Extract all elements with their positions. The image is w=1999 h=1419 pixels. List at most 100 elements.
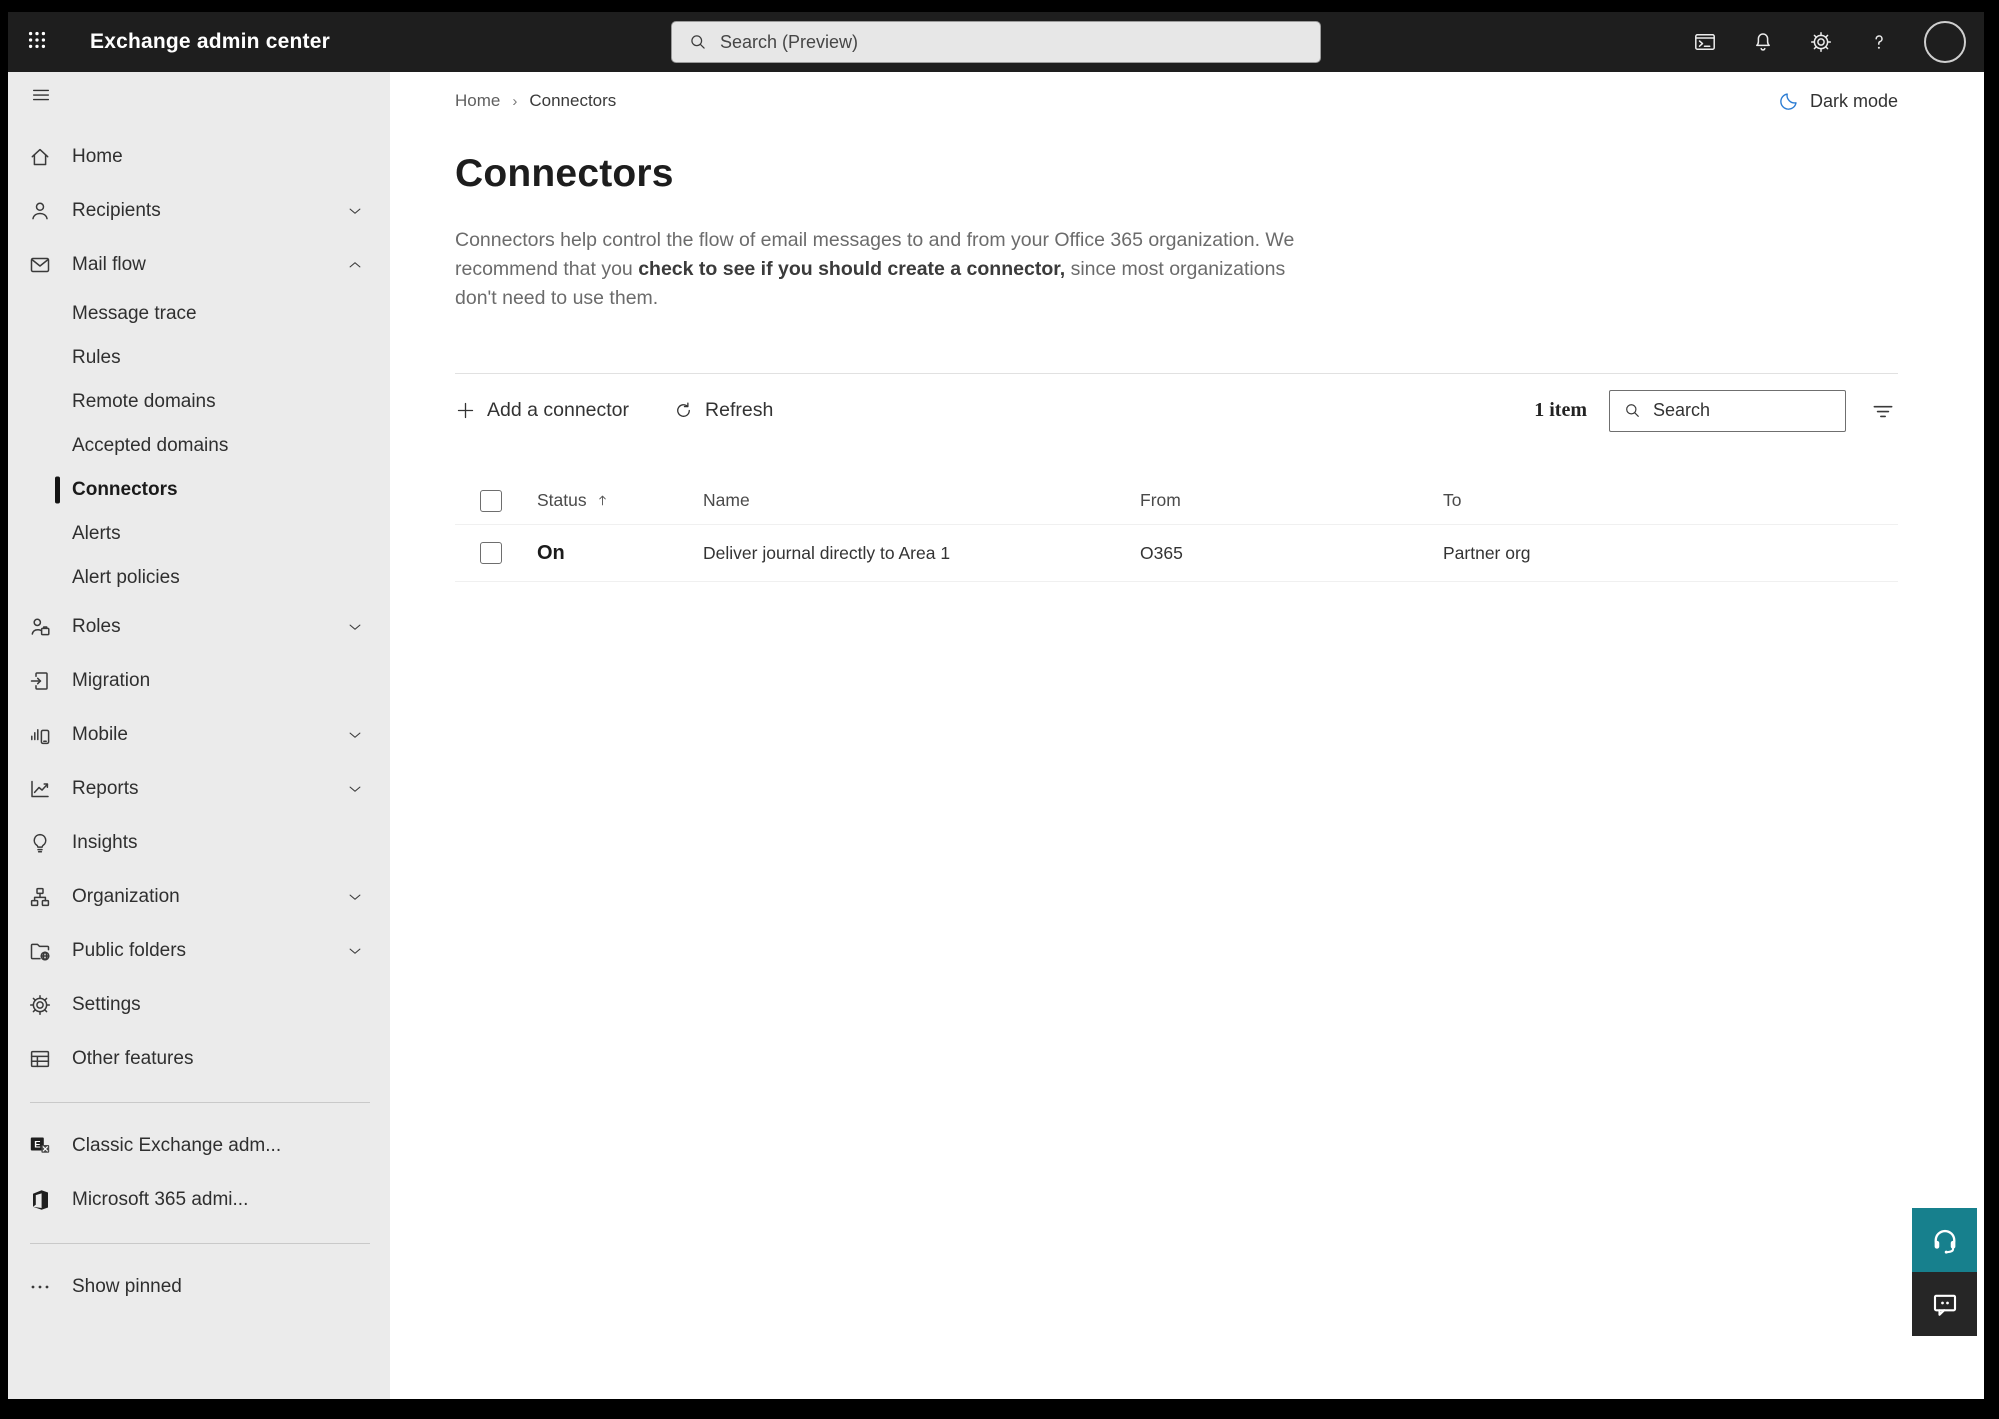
sidebar-item-reports[interactable]: Reports	[8, 762, 390, 816]
sidebar-collapse-button[interactable]	[8, 72, 390, 122]
exchange-admin-window: Exchange admin center Search (Preview) H…	[8, 12, 1984, 1399]
chevron-up-icon	[346, 256, 364, 274]
sidebar-item-label: Connectors	[72, 479, 178, 500]
page-title: Connectors	[455, 152, 674, 195]
row-to: Partner org	[1443, 542, 1531, 563]
roles-icon	[28, 615, 52, 639]
sidebar-item-label: Reports	[72, 778, 139, 799]
sidebar-item-alerts[interactable]: Alerts	[8, 512, 390, 556]
sidebar-item-label: Message trace	[72, 303, 197, 324]
chevron-down-icon	[346, 888, 364, 906]
sidebar-divider	[30, 1243, 370, 1244]
bell-icon[interactable]	[1750, 29, 1776, 55]
sidebar-item-migration[interactable]: Migration	[8, 654, 390, 708]
sidebar-item-label: Other features	[72, 1048, 194, 1069]
sidebar-item-microsoft-365-admi[interactable]: Microsoft 365 admi...	[8, 1173, 390, 1227]
sidebar-item-organization[interactable]: Organization	[8, 870, 390, 924]
avatar[interactable]	[1924, 21, 1966, 63]
row-name[interactable]: Deliver journal directly to Area 1	[703, 543, 1140, 564]
sidebar-item-alert-policies[interactable]: Alert policies	[8, 556, 390, 600]
sidebar-item-label: Roles	[72, 616, 121, 637]
search-icon	[688, 32, 708, 52]
column-header-from[interactable]: From	[1140, 490, 1443, 511]
list-search-input[interactable]: Search	[1609, 389, 1846, 432]
sidebar-item-other-features[interactable]: Other features	[8, 1032, 390, 1086]
row-checkbox[interactable]	[480, 542, 502, 564]
sidebar-item-label: Home	[72, 146, 123, 167]
chevron-down-icon	[346, 780, 364, 798]
sidebar-item-mobile[interactable]: Mobile	[8, 708, 390, 762]
breadcrumb: Home › Connectors	[455, 91, 616, 111]
chevron-down-icon	[346, 618, 364, 636]
global-search-placeholder: Search (Preview)	[720, 31, 859, 52]
filter-icon[interactable]	[1868, 396, 1898, 426]
dark-mode-toggle[interactable]: Dark mode	[1778, 90, 1898, 112]
sidebar-item-label: Public folders	[72, 940, 187, 961]
sidebar-item-accepted-domains[interactable]: Accepted domains	[8, 424, 390, 468]
sidebar-item-classic-exchange-adm[interactable]: E Classic Exchange adm...	[8, 1119, 390, 1173]
column-header-to[interactable]: To	[1443, 490, 1898, 511]
column-header-name[interactable]: Name	[703, 490, 1140, 511]
chevron-down-icon	[346, 942, 364, 960]
item-count: 1 item	[1534, 399, 1587, 421]
waffle-icon	[26, 29, 48, 56]
sidebar-item-insights[interactable]: Insights	[8, 816, 390, 870]
refresh-button[interactable]: Refresh	[673, 399, 773, 422]
sidebar-item-message-trace[interactable]: Message trace	[8, 292, 390, 336]
column-header-status[interactable]: Status	[537, 490, 703, 511]
app-launcher-button[interactable]	[8, 12, 66, 72]
floating-actions	[1912, 1208, 1977, 1336]
selected-indicator	[55, 476, 60, 504]
sidebar-item-show-pinned[interactable]: Show pinned	[8, 1260, 390, 1314]
dark-mode-label: Dark mode	[1809, 90, 1898, 111]
sidebar-item-recipients[interactable]: Recipients	[8, 184, 390, 238]
global-search-input[interactable]: Search (Preview)	[671, 21, 1321, 63]
row-from: O365	[1140, 542, 1183, 563]
page-description-emphasis[interactable]: check to see if you should create a conn…	[638, 258, 1065, 280]
support-button[interactable]	[1912, 1208, 1977, 1272]
sidebar-item-label: Organization	[72, 886, 180, 907]
gear-icon[interactable]	[1808, 29, 1834, 55]
sidebar-item-rules[interactable]: Rules	[8, 336, 390, 380]
sidebar-item-mail-flow[interactable]: Mail flow	[8, 238, 390, 292]
list-search-placeholder: Search	[1653, 400, 1711, 420]
sidebar-item-connectors[interactable]: Connectors	[8, 468, 390, 512]
person-icon	[28, 199, 52, 223]
add-connector-label: Add a connector	[487, 399, 630, 421]
sidebar-item-roles[interactable]: Roles	[8, 600, 390, 654]
breadcrumb-home[interactable]: Home	[455, 91, 500, 111]
hamburger-icon	[30, 84, 52, 111]
migration-icon	[28, 669, 52, 693]
sidebar-item-label: Accepted domains	[72, 435, 229, 456]
sidebar-item-settings[interactable]: Settings	[8, 978, 390, 1032]
row-status: On	[537, 541, 565, 564]
headset-icon	[1930, 1225, 1960, 1255]
sidebar-item-public-folders[interactable]: Public folders	[8, 924, 390, 978]
list-toolbar: Add a connector Refresh 1 item Search	[455, 373, 1898, 447]
table-row[interactable]: On Deliver journal directly to Area 1 O3…	[455, 525, 1898, 582]
sidebar-item-label: Recipients	[72, 200, 161, 221]
sidebar-nav: Home Recipients Mail flow Message trace Rule…	[8, 72, 390, 1399]
refresh-icon	[673, 400, 694, 421]
sidebar-item-remote-domains[interactable]: Remote domains	[8, 380, 390, 424]
mail-icon	[28, 253, 52, 277]
breadcrumb-connectors[interactable]: Connectors	[529, 91, 616, 111]
terminal-icon[interactable]	[1692, 29, 1718, 55]
other-features-icon	[28, 1047, 52, 1071]
mobile-icon	[28, 723, 52, 747]
help-icon[interactable]	[1866, 29, 1892, 55]
home-icon	[28, 145, 52, 169]
sidebar-item-label: Microsoft 365 admi...	[72, 1189, 249, 1210]
sidebar-item-label: Classic Exchange adm...	[72, 1135, 282, 1156]
select-all-checkbox[interactable]	[480, 489, 502, 512]
add-connector-button[interactable]: Add a connector	[455, 399, 629, 422]
sidebar-item-label: Migration	[72, 670, 151, 691]
top-app-bar: Exchange admin center Search (Preview)	[8, 12, 1984, 72]
feedback-button[interactable]	[1912, 1272, 1977, 1336]
public-folders-icon	[28, 939, 52, 963]
search-icon	[1623, 401, 1642, 420]
filter-icon-glyph	[1870, 398, 1896, 424]
insights-icon	[28, 831, 52, 855]
sidebar-item-home[interactable]: Home	[8, 130, 390, 184]
reports-icon	[28, 777, 52, 801]
